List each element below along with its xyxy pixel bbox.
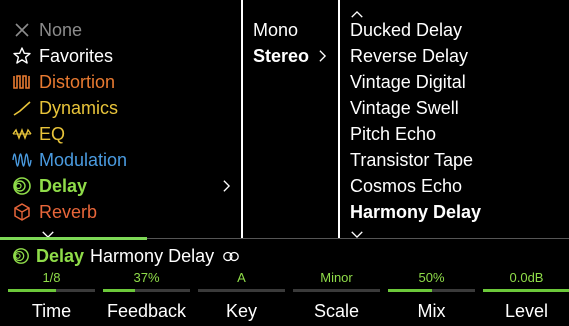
model-item[interactable]: Vintage Swell <box>350 95 459 121</box>
model-list: Ducked Delay Reverse Delay Vintage Digital… <box>340 0 569 239</box>
model-label: Reverse Delay <box>350 45 469 66</box>
close-icon <box>12 20 32 40</box>
category-item-dynamics[interactable]: Dynamics <box>0 95 118 121</box>
model-item[interactable]: Reverse Delay <box>350 43 468 69</box>
param-value: 1/8 <box>42 270 61 285</box>
status-model: Harmony Delay <box>90 245 215 266</box>
model-item[interactable]: Vintage Digital <box>350 69 466 95</box>
model-label: Vintage Digital <box>350 71 466 92</box>
category-item-reverb[interactable]: Reverb <box>0 199 97 225</box>
modulation-icon <box>12 150 32 170</box>
stereo-icon <box>222 251 240 262</box>
param-label: Level <box>504 301 549 321</box>
param-level-fill <box>388 289 432 292</box>
param-level-fill <box>103 289 136 292</box>
category-label: EQ <box>39 123 66 144</box>
model-label: Ducked Delay <box>350 19 463 40</box>
param-time[interactable]: 1/8 Time <box>8 268 95 326</box>
category-item-none[interactable]: None <box>0 17 82 43</box>
bottom-bar: Delay Harmony Delay 1/8 Time 37% Feedback A K… <box>0 240 569 326</box>
param-label: Scale <box>313 301 360 321</box>
param-mix[interactable]: 50% Mix <box>388 268 475 326</box>
model-item[interactable]: Pitch Echo <box>350 121 436 147</box>
param-value: Minor <box>320 270 353 285</box>
category-item-modulation[interactable]: Modulation <box>0 147 127 173</box>
delay-icon <box>12 176 32 196</box>
distortion-icon <box>12 72 32 92</box>
param-level-bar <box>388 289 475 292</box>
category-item-delay[interactable]: Delay <box>0 173 87 199</box>
param-level-bar <box>8 289 95 292</box>
param-scale[interactable]: Minor Scale <box>293 268 380 326</box>
mode-label: Stereo <box>253 45 310 66</box>
param-feedback[interactable]: 37% Feedback <box>103 268 190 326</box>
param-level-fill <box>483 289 569 292</box>
model-item[interactable]: Transistor Tape <box>350 147 473 173</box>
model-label: Cosmos Echo <box>350 175 463 196</box>
category-label: Delay <box>39 175 88 196</box>
param-label: Feedback <box>106 301 187 321</box>
category-item-eq[interactable]: EQ <box>0 121 65 147</box>
chevron-right-icon <box>222 179 231 198</box>
param-key[interactable]: A Key <box>198 268 285 326</box>
param-value: 37% <box>133 270 160 285</box>
mode-label: Mono <box>253 19 299 40</box>
param-level-bar <box>103 289 190 292</box>
model-label: Transistor Tape <box>350 149 474 170</box>
param-value: 50% <box>418 270 445 285</box>
mode-item-mono[interactable]: Mono <box>253 17 298 43</box>
category-item-favorites[interactable]: Favorites <box>0 43 113 69</box>
category-label: Reverb <box>39 201 98 222</box>
chevron-right-icon <box>318 49 327 68</box>
status-line: Delay Harmony Delay <box>12 243 240 269</box>
category-label: Favorites <box>39 45 114 66</box>
model-item[interactable]: Harmony Delay <box>350 199 481 225</box>
category-label: Distortion <box>39 71 116 92</box>
param-value: A <box>237 270 246 285</box>
dynamics-icon <box>12 98 32 118</box>
param-label: Mix <box>417 301 446 321</box>
mode-item-stereo[interactable]: Stereo <box>253 43 309 69</box>
model-label: Pitch Echo <box>350 123 437 144</box>
param-level[interactable]: 0.0dB Level <box>483 268 569 326</box>
category-label: Modulation <box>39 149 128 170</box>
param-level-bar <box>483 289 569 292</box>
star-icon <box>12 46 32 66</box>
category-label: None <box>39 19 83 40</box>
param-level-fill <box>8 289 56 292</box>
model-item[interactable]: Cosmos Echo <box>350 173 462 199</box>
eq-icon <box>12 124 32 144</box>
model-item[interactable]: Ducked Delay <box>350 17 462 43</box>
category-item-distortion[interactable]: Distortion <box>0 69 115 95</box>
model-label: Harmony Delay <box>350 201 482 222</box>
model-label: Vintage Swell <box>350 97 459 118</box>
delay-icon <box>12 247 30 265</box>
category-label: Dynamics <box>39 97 119 118</box>
param-level-bar <box>198 289 285 292</box>
category-list: None Favorites Distortion Dynamics EQ Modulat… <box>0 0 241 239</box>
reverb-icon <box>12 202 32 222</box>
param-label: Time <box>31 301 72 321</box>
param-level-bar <box>293 289 380 292</box>
param-value: 0.0dB <box>509 270 544 285</box>
status-category: Delay <box>36 245 85 266</box>
mode-list: Mono Stereo <box>243 0 338 238</box>
param-label: Key <box>225 301 258 321</box>
